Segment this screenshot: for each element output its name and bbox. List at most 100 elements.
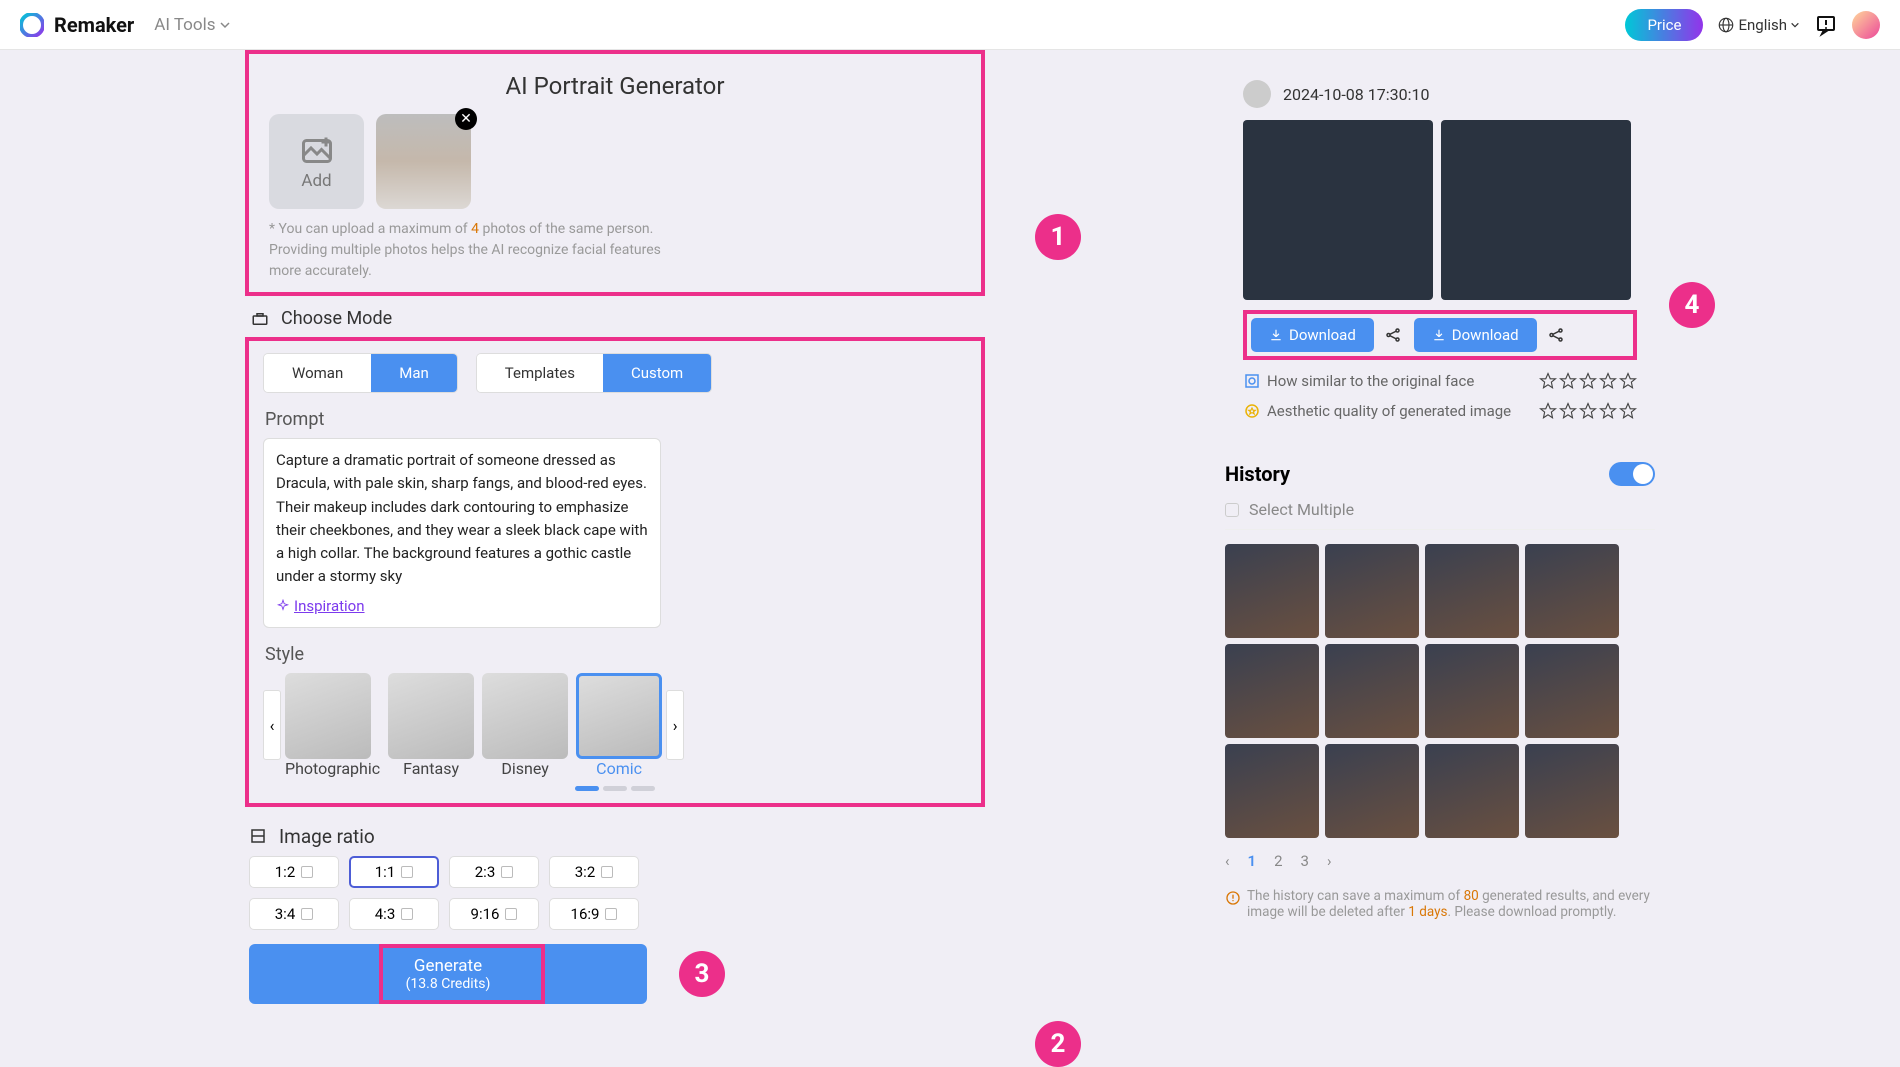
download-section: Download Download [1243, 310, 1637, 360]
ratio-3-2[interactable]: 3:2 [549, 856, 639, 888]
upload-section: AI Portrait Generator Add ✕ * You can up… [245, 50, 985, 296]
share-button-1[interactable] [1380, 322, 1406, 348]
history-item[interactable] [1525, 644, 1619, 738]
share-button-2[interactable] [1543, 322, 1569, 348]
history-item[interactable] [1225, 544, 1319, 638]
prompt-input[interactable]: Capture a dramatic portrait of someone d… [263, 438, 661, 628]
download-icon [1269, 328, 1283, 342]
remove-photo-button[interactable]: ✕ [455, 108, 477, 130]
app-header: Remaker AI Tools Price English [0, 0, 1900, 50]
sparkle-icon [276, 599, 290, 613]
history-item[interactable] [1425, 544, 1519, 638]
star-icon [1599, 372, 1617, 390]
brand[interactable]: Remaker [20, 13, 134, 37]
feedback-icon[interactable] [1814, 13, 1838, 37]
history-item[interactable] [1525, 744, 1619, 838]
style-photographic[interactable]: Photographic [285, 673, 380, 778]
page-next[interactable]: › [1327, 852, 1332, 870]
page-3[interactable]: 3 [1301, 852, 1309, 870]
ratio-1-1[interactable]: 1:1 [349, 856, 439, 888]
style-comic[interactable]: Comic [576, 673, 662, 778]
history-item[interactable] [1325, 544, 1419, 638]
download-icon [1432, 328, 1446, 342]
mode-custom[interactable]: Custom [603, 354, 711, 392]
result-timestamp: 2024-10-08 17:30:10 [1283, 85, 1429, 104]
face-scan-icon [1243, 372, 1261, 390]
uploaded-photo[interactable]: ✕ [376, 114, 471, 209]
ratio-3-4[interactable]: 3:4 [249, 898, 339, 930]
brand-name: Remaker [54, 13, 134, 37]
history-item[interactable] [1225, 644, 1319, 738]
star-icon [1539, 372, 1557, 390]
history-item[interactable] [1425, 644, 1519, 738]
mode-templates[interactable]: Templates [477, 354, 603, 392]
history-item[interactable] [1425, 744, 1519, 838]
page-1[interactable]: 1 [1248, 852, 1257, 870]
choose-mode-header: Choose Mode [251, 308, 985, 329]
generate-credits: (13.8 Credits) [249, 976, 647, 992]
briefcase-icon [251, 310, 269, 328]
ratio-1-2[interactable]: 1:2 [249, 856, 339, 888]
download-button-2[interactable]: Download [1414, 318, 1537, 352]
style-disney[interactable]: Disney [482, 673, 568, 778]
select-multiple[interactable]: Select Multiple [1225, 500, 1655, 530]
history-item[interactable] [1325, 744, 1419, 838]
add-label: Add [301, 171, 331, 191]
share-icon [1384, 326, 1402, 344]
user-avatar[interactable] [1852, 11, 1880, 39]
history-grid [1225, 544, 1655, 838]
page-title: AI Portrait Generator [263, 72, 967, 100]
style-next-button[interactable]: › [666, 690, 684, 760]
history-item[interactable] [1225, 744, 1319, 838]
generate-button[interactable]: Generate (13.8 Credits) [249, 944, 647, 1004]
similarity-rating[interactable] [1539, 372, 1637, 390]
ratio-2-3[interactable]: 2:3 [449, 856, 539, 888]
step-badge-4: 4 [1669, 282, 1715, 328]
aesthetic-rating[interactable] [1539, 402, 1637, 420]
ratio-icon [249, 827, 267, 845]
inspiration-link[interactable]: Inspiration [276, 597, 365, 615]
step-badge-3: 3 [679, 951, 725, 997]
history-toggle[interactable] [1609, 462, 1655, 486]
prompt-text: Capture a dramatic portrait of someone d… [276, 449, 648, 589]
prompt-label: Prompt [265, 409, 967, 430]
checkbox-icon [1225, 503, 1239, 517]
page-prev[interactable]: ‹ [1225, 852, 1230, 870]
step-badge-1: 1 [1035, 214, 1081, 260]
image-ratio-header: Image ratio [249, 825, 985, 848]
add-photo-button[interactable]: Add [269, 114, 364, 209]
ratio-16-9[interactable]: 16:9 [549, 898, 639, 930]
star-icon [1619, 402, 1637, 420]
pagination: ‹ 1 2 3 › [1225, 852, 1655, 870]
style-fantasy[interactable]: Fantasy [388, 673, 474, 778]
ratio-9-16[interactable]: 9:16 [449, 898, 539, 930]
ai-tools-dropdown[interactable]: AI Tools [154, 15, 231, 35]
history-item[interactable] [1525, 544, 1619, 638]
star-icon [1579, 402, 1597, 420]
upload-note: * You can upload a maximum of 4 photos o… [269, 219, 689, 282]
mode-woman[interactable]: Woman [264, 354, 371, 392]
logo-icon [20, 13, 44, 37]
mode-man[interactable]: Man [371, 354, 457, 392]
style-label: Style [265, 644, 967, 665]
ratio-4-3[interactable]: 4:3 [349, 898, 439, 930]
settings-section: Woman Man Templates Custom Prompt Captur… [245, 337, 985, 807]
result-card: 2024-10-08 17:30:10 Download Down [1225, 62, 1655, 438]
star-icon [1539, 402, 1557, 420]
aesthetic-label: Aesthetic quality of generated image [1267, 402, 1511, 420]
history-item[interactable] [1325, 644, 1419, 738]
share-icon [1547, 326, 1565, 344]
download-button-1[interactable]: Download [1251, 318, 1374, 352]
chevron-down-icon [1790, 20, 1800, 30]
style-prev-button[interactable]: ‹ [263, 690, 281, 760]
globe-icon [1717, 16, 1735, 34]
generated-image-1[interactable] [1243, 120, 1433, 300]
warning-icon [1225, 890, 1241, 906]
generated-image-2[interactable] [1441, 120, 1631, 300]
star-icon [1559, 402, 1577, 420]
page-2[interactable]: 2 [1274, 852, 1282, 870]
star-icon [1559, 372, 1577, 390]
chevron-down-icon [219, 19, 231, 31]
language-selector[interactable]: English [1717, 16, 1800, 34]
price-button[interactable]: Price [1625, 9, 1703, 41]
